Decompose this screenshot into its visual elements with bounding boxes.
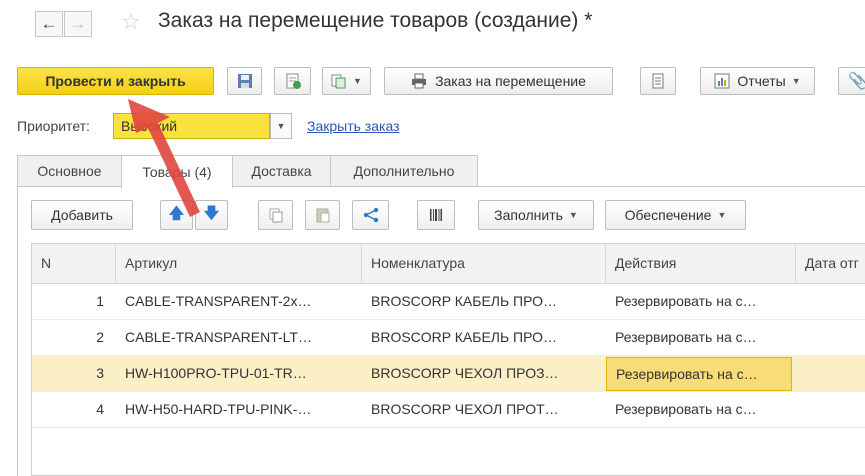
move-down-button[interactable]: 🡇 [195,200,228,230]
paste-icon [315,207,331,223]
save-button[interactable] [227,67,262,95]
structure-button[interactable] [640,67,676,95]
chevron-down-icon: ▼ [276,121,286,131]
back-button[interactable]: ← [35,11,63,37]
table-row[interactable]: 1 CABLE-TRANSPARENT-2x… BROSCORP КАБЕЛЬ … [32,284,865,320]
tab-label: Товары (4) [142,164,212,180]
column-header-article[interactable]: Артикул [116,244,362,283]
table-row-selected[interactable]: 3 HW-H100PRO-TPU-01-TR… BROSCORP ЧЕХОЛ П… [32,356,865,392]
column-header-n[interactable]: N [32,244,116,283]
copy-icon [268,207,284,223]
arrow-down-icon: 🡇 [203,204,220,222]
cell-article: HW-H50-HARD-TPU-PINK-… [125,401,312,417]
tab-label: Основное [37,163,102,179]
post-button[interactable] [274,67,311,95]
barcode-icon [428,207,444,223]
priority-label: Приоритет: [17,118,90,134]
tab-panel-left-border [17,186,18,476]
copy-row-button[interactable] [258,200,293,230]
paste-button[interactable] [305,200,340,230]
cell-nomenclature: BROSCORP ЧЕХОЛ ПРОТ… [371,401,559,417]
fill-button[interactable]: Заполнить ▼ [478,200,594,230]
chevron-down-icon: ▼ [791,76,801,86]
post-and-close-button[interactable]: Провести и закрыть [17,67,214,95]
post-and-close-label: Провести и закрыть [45,73,186,89]
paperclip-icon: 📎 [848,73,865,90]
cell-article: CABLE-TRANSPARENT-2x… [125,293,312,309]
supply-button[interactable]: Обеспечение ▼ [605,200,746,230]
attachments-button[interactable]: 📎 [838,67,865,95]
cell-nomenclature: BROSCORP ЧЕХОЛ ПРОЗ… [371,365,559,381]
goods-table[interactable]: N Артикул Номенклатура Действия Дата отг… [31,243,865,476]
move-order-print-button[interactable]: Заказ на перемещение [384,67,613,95]
cell-action[interactable]: Резервировать на с… [606,392,796,427]
priority-field[interactable]: Высокий [113,113,270,139]
tab-label: Доставка [251,163,312,179]
cell-n: 2 [96,329,104,345]
tab-main[interactable]: Основное [17,155,122,186]
column-header-nomenclature[interactable]: Номенклатура [362,244,606,283]
chevron-down-icon: ▼ [568,210,578,220]
table-header: N Артикул Номенклатура Действия Дата отг [32,244,865,284]
favorite-star-icon[interactable]: ☆ [121,9,141,35]
reports-button[interactable]: Отчеты ▼ [700,67,815,95]
table-row[interactable]: 2 CABLE-TRANSPARENT-LT… BROSCORP КАБЕЛЬ … [32,320,865,356]
cell-nomenclature: BROSCORP КАБЕЛЬ ПРО… [371,293,558,309]
share-icon [363,207,379,223]
move-up-button[interactable]: 🡅 [160,200,193,230]
cell-action[interactable]: Резервировать на с… [606,320,796,355]
table-row[interactable]: 4 HW-H50-HARD-TPU-PINK-… BROSCORP ЧЕХОЛ … [32,392,865,428]
column-header-actions[interactable]: Действия [606,244,796,283]
cell-action-focused[interactable]: Резервировать на с… [606,357,792,391]
move-order-label: Заказ на перемещение [435,73,586,89]
arrow-right-icon: → [69,14,87,33]
cell-n: 1 [96,293,104,309]
create-based-icon [331,73,347,89]
cell-nomenclature: BROSCORP КАБЕЛЬ ПРО… [371,329,558,345]
floppy-disk-icon [237,73,253,89]
priority-dropdown-button[interactable]: ▼ [270,113,292,139]
cell-n: 4 [96,401,104,417]
add-label: Добавить [51,207,113,223]
chevron-down-icon: ▼ [717,210,727,220]
list-document-icon [650,73,666,89]
cell-n: 3 [96,365,104,381]
reports-icon [714,73,730,89]
printer-icon [411,73,427,89]
column-header-ship-date[interactable]: Дата отг [796,244,865,283]
close-order-link[interactable]: Закрыть заказ [307,118,400,134]
tab-label: Дополнительно [353,163,455,179]
arrow-up-icon: 🡅 [168,204,185,222]
supply-label: Обеспечение [624,207,712,223]
document-post-icon [285,73,301,89]
chevron-down-icon: ▼ [353,76,362,86]
add-button[interactable]: Добавить [31,200,133,230]
barcode-button[interactable] [417,200,455,230]
cell-action[interactable]: Резервировать на с… [606,284,796,319]
tab-additional[interactable]: Дополнительно [330,155,478,186]
cell-article: CABLE-TRANSPARENT-LT… [125,329,312,345]
tab-delivery[interactable]: Доставка [232,155,331,186]
arrow-left-icon: ← [40,14,58,33]
tab-goods[interactable]: Товары (4) [121,155,233,188]
create-based-on-button[interactable]: ▼ [322,67,371,95]
cell-article: HW-H100PRO-TPU-01-TR… [125,365,307,381]
distribute-button[interactable] [352,200,389,230]
window-title: Заказ на перемещение товаров (создание) … [158,9,593,32]
reports-label: Отчеты [737,73,786,89]
fill-label: Заполнить [494,207,563,223]
forward-button[interactable]: → [64,11,92,37]
